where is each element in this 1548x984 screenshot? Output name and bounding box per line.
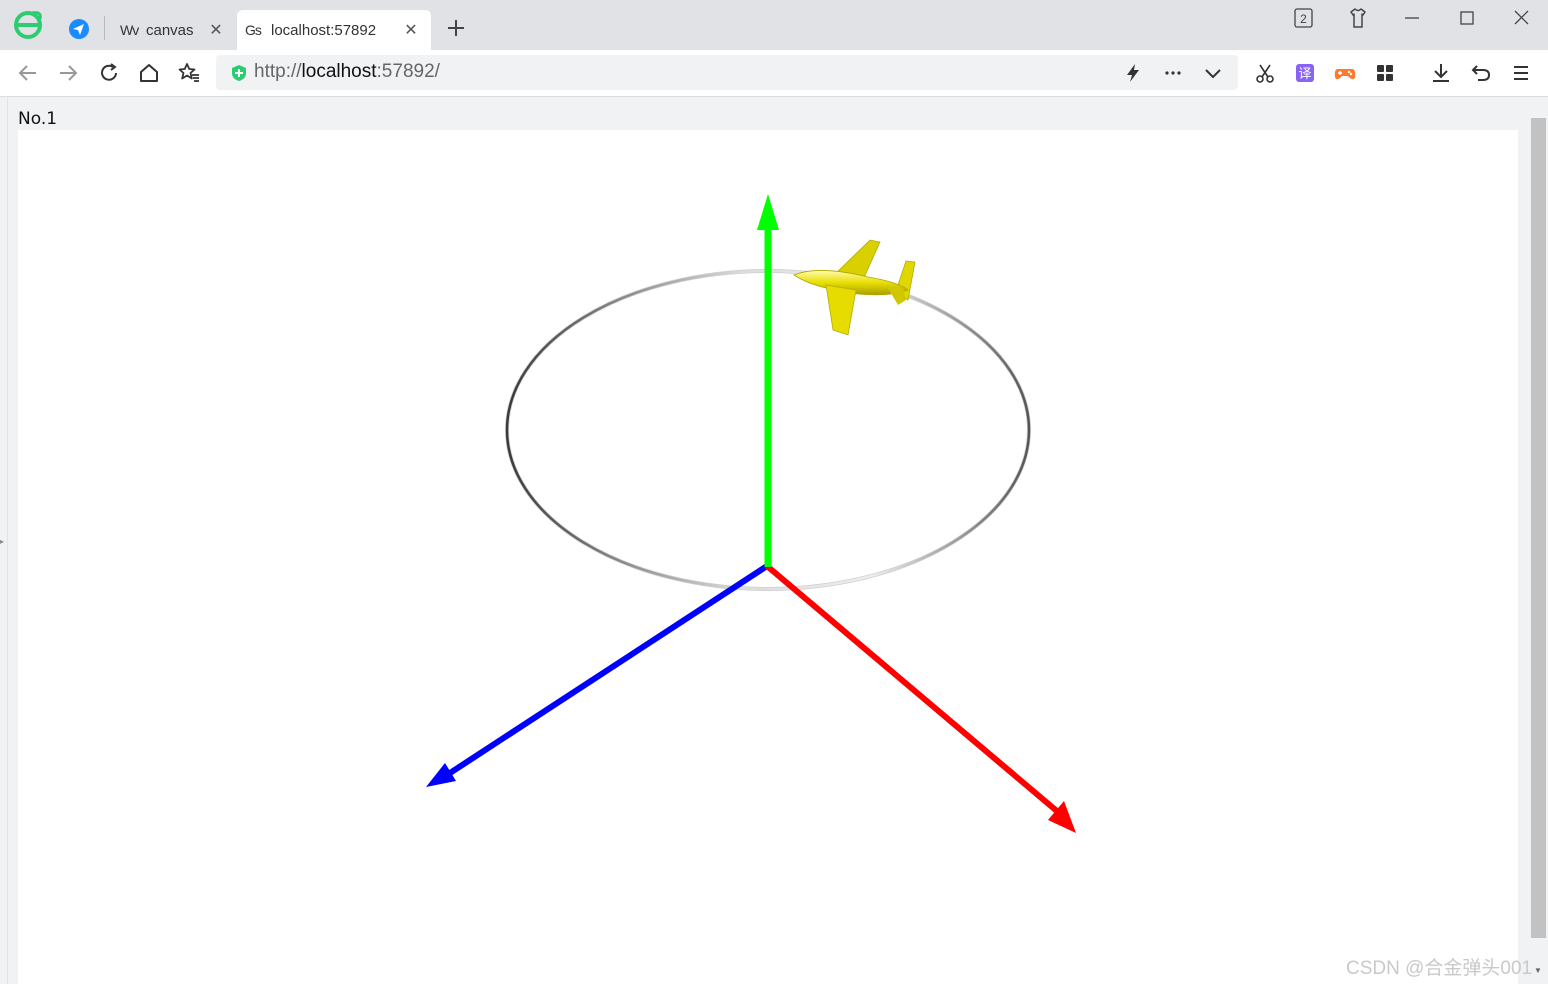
tab-strip: Wv canvas ✕ Gs localhost:57892 ✕ 2	[0, 0, 1548, 50]
tab-canvas[interactable]: Wv canvas ✕	[112, 10, 236, 50]
blue-z-axis-arrow	[426, 563, 769, 787]
close-icon[interactable]: ✕	[401, 20, 421, 40]
url-suffix: :57892/	[376, 61, 440, 82]
favorites-star-icon[interactable]	[177, 61, 201, 85]
tab-favicon: Wv	[120, 22, 139, 38]
browser-logo-icon[interactable]	[12, 9, 44, 41]
undo-icon[interactable]	[1469, 61, 1493, 85]
scroll-down-arrow-icon[interactable]: ▼	[1534, 966, 1542, 975]
green-y-axis-arrow	[757, 194, 779, 567]
tab-title: canvas	[146, 21, 194, 39]
url-host: localhost	[301, 61, 377, 82]
apps-grid-icon[interactable]	[1373, 61, 1397, 85]
download-icon[interactable]	[1429, 61, 1453, 85]
maximize-icon[interactable]	[1452, 6, 1482, 30]
yellow-airplane	[793, 239, 916, 336]
webgl-canvas[interactable]	[18, 130, 1518, 984]
reload-icon[interactable]	[97, 61, 121, 85]
secure-shield-icon[interactable]	[230, 64, 248, 82]
tab-divider	[104, 16, 105, 40]
3d-scene	[426, 194, 1076, 833]
scrollbar-thumb[interactable]	[1531, 118, 1546, 938]
translate-button[interactable]: 译	[1293, 61, 1317, 85]
tab-count-icon: 2	[1294, 8, 1313, 28]
minimize-icon[interactable]	[1397, 6, 1427, 30]
url-text[interactable]: http://localhost:57892/	[254, 61, 440, 83]
scissors-icon[interactable]	[1253, 61, 1277, 85]
skin-shirt-icon[interactable]	[1343, 6, 1373, 30]
gamepad-icon[interactable]	[1333, 61, 1357, 85]
tab-title: localhost:57892	[271, 21, 377, 39]
more-dots-icon[interactable]	[1162, 62, 1184, 84]
page-label: No.1	[18, 109, 58, 129]
close-window-icon[interactable]	[1507, 6, 1537, 30]
chevron-down-icon[interactable]	[1202, 62, 1224, 84]
lightning-icon[interactable]	[1122, 62, 1144, 84]
forward-arrow-icon[interactable]	[56, 61, 80, 85]
tab-favicon: Gs	[245, 22, 262, 38]
red-x-axis-arrow	[765, 563, 1076, 833]
navigation-toolbar: http://localhost:57892/ 译	[0, 50, 1548, 97]
tab-count-value: 2	[1300, 12, 1307, 26]
close-icon[interactable]: ✕	[206, 20, 226, 40]
new-tab-plus-icon[interactable]	[444, 16, 468, 40]
address-bar[interactable]: http://localhost:57892/	[216, 55, 1238, 90]
url-prefix: http://	[254, 61, 302, 82]
back-arrow-icon[interactable]	[16, 61, 40, 85]
tab-localhost[interactable]: Gs localhost:57892 ✕	[237, 10, 431, 50]
translate-label: 译	[1298, 67, 1311, 82]
page-viewport: ▸ No.1 ▼ CSDN @合金弹头001	[0, 97, 1548, 984]
translate-icon: 译	[1296, 64, 1314, 82]
pinned-tab-send-icon[interactable]	[67, 17, 91, 41]
csdn-watermark: CSDN @合金弹头001	[1346, 958, 1533, 979]
home-icon[interactable]	[137, 61, 161, 85]
expand-arrow-icon[interactable]: ▸	[0, 537, 4, 546]
tab-count-button[interactable]: 2	[1290, 6, 1320, 30]
menu-hamburger-icon[interactable]	[1509, 61, 1533, 85]
